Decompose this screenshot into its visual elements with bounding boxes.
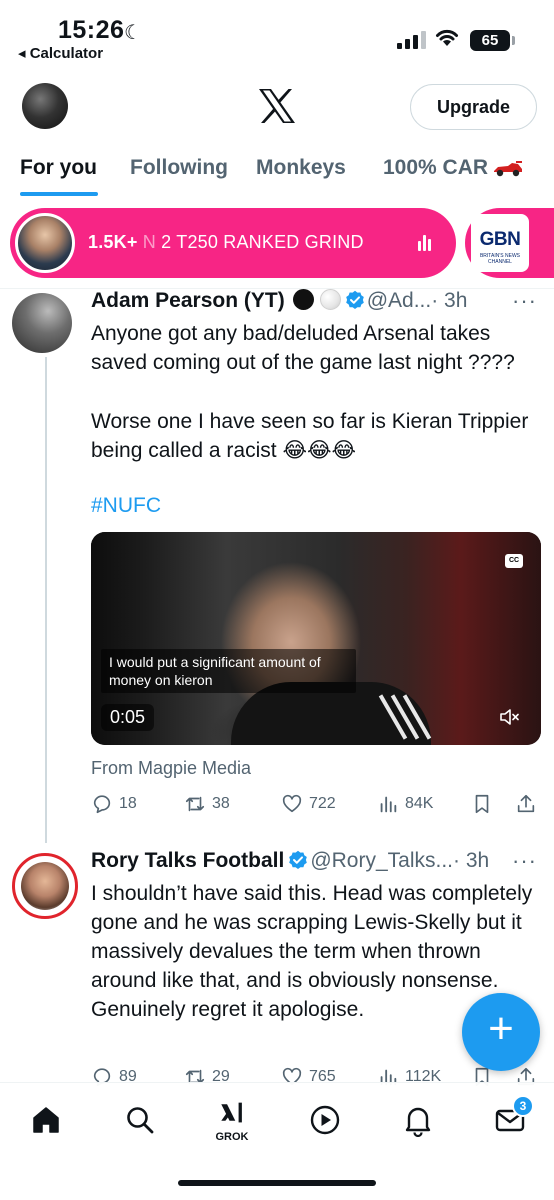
verified-badge-icon xyxy=(345,290,364,309)
tweet-video[interactable]: CC I would put a significant amount of m… xyxy=(91,532,541,745)
status-bar: 15:26 ☾ ◂ Calculator 65 xyxy=(0,0,554,70)
tweet-text: Anyone got any bad/deluded Arsenal takes… xyxy=(91,322,515,374)
repost-count: 38 xyxy=(212,795,230,812)
like-button[interactable]: 722 xyxy=(281,793,336,815)
black-circle-emoji xyxy=(292,289,314,310)
wifi-icon xyxy=(436,29,458,46)
share-icon xyxy=(517,794,535,813)
bell-icon xyxy=(405,1107,431,1137)
space-title: 1.5K+ N 2 T250 RANKED GRIND xyxy=(88,232,364,253)
repost-icon xyxy=(185,796,205,812)
home-indicator[interactable] xyxy=(178,1180,376,1186)
search-icon xyxy=(127,1107,154,1134)
tweet-actions: 18 38 722 84K xyxy=(91,793,541,819)
tweet-text-2: Worse one I have seen so far is Kieran T… xyxy=(91,410,529,462)
spaces-carousel: 1.5K+ N 2 T250 RANKED GRIND GBN BRITAIN'… xyxy=(0,208,554,280)
play-circle-icon xyxy=(310,1105,340,1135)
grok-icon xyxy=(221,1102,242,1123)
tab-for-you[interactable]: For you xyxy=(20,156,97,180)
space-listener-count: 1.5K+ xyxy=(88,232,138,252)
tab-monkeys[interactable]: Monkeys xyxy=(256,156,346,180)
video-source-attribution[interactable]: From Magpie Media xyxy=(91,758,251,779)
tweet-header: Rory Talks Football @Rory_Talks...· 3h xyxy=(91,849,489,873)
view-count: 84K xyxy=(405,795,434,812)
space-title-rest: 2 T250 RANKED GRIND xyxy=(161,232,364,252)
live-space-card-2[interactable]: GBN BRITAIN'S NEWS CHANNEL xyxy=(465,208,554,278)
tweet-timestamp[interactable]: · 3h xyxy=(453,849,489,872)
clock: 15:26 xyxy=(58,16,125,44)
thread-line xyxy=(45,357,47,843)
moon-icon: ☾ xyxy=(124,22,142,44)
compose-post-button[interactable]: + xyxy=(462,993,540,1071)
nav-video[interactable] xyxy=(305,1101,345,1141)
back-to-app-link[interactable]: ◂ Calculator xyxy=(18,44,103,62)
closed-captions-icon[interactable]: CC xyxy=(505,554,523,568)
tweet-text: I shouldn’t have said this. Head was com… xyxy=(91,882,533,1021)
reply-button[interactable]: 18 xyxy=(91,793,137,815)
gbn-logo-subtext: BRITAIN'S NEWS CHANNEL xyxy=(479,253,521,265)
nav-home[interactable] xyxy=(26,1101,66,1141)
hashtag-link[interactable]: #NUFC xyxy=(91,494,161,518)
tweet-author-name[interactable]: Rory Talks Football xyxy=(91,849,284,872)
gbn-logo-text: GBN xyxy=(479,229,521,250)
like-count: 722 xyxy=(309,795,336,812)
messages-badge: 3 xyxy=(512,1095,534,1117)
reply-count: 18 xyxy=(119,795,137,812)
battery-indicator: 65 xyxy=(470,30,510,51)
mute-icon[interactable] xyxy=(499,708,519,726)
gbn-logo: GBN BRITAIN'S NEWS CHANNEL xyxy=(471,214,529,272)
tweet-author-avatar[interactable] xyxy=(12,293,72,353)
tweet-author-avatar[interactable] xyxy=(12,853,78,919)
space-host-avatar xyxy=(15,213,75,273)
verified-badge-icon xyxy=(289,850,308,869)
space-title-faded: N xyxy=(142,232,156,252)
compose-plus-icon: + xyxy=(488,1004,514,1053)
more-options-icon[interactable]: ··· xyxy=(512,288,537,314)
more-options-icon[interactable]: ··· xyxy=(512,848,537,874)
tab-100-car[interactable]: 100% CAR xyxy=(383,156,524,180)
nav-grok[interactable]: GROK xyxy=(212,1101,252,1143)
white-circle-emoji xyxy=(319,289,341,310)
grok-label: GROK xyxy=(215,1131,249,1143)
bookmark-button[interactable] xyxy=(471,793,499,815)
views-button[interactable]: 84K xyxy=(377,793,433,815)
tab-following[interactable]: Following xyxy=(130,156,228,180)
home-icon xyxy=(33,1107,59,1133)
tweet-author-handle[interactable]: @Ad... xyxy=(367,289,432,312)
tweet-author-name[interactable]: Adam Pearson (YT) xyxy=(91,289,285,312)
live-space-card[interactable]: 1.5K+ N 2 T250 RANKED GRIND xyxy=(10,208,456,278)
tweet-timestamp[interactable]: · 3h xyxy=(431,289,467,312)
bookmark-icon xyxy=(475,794,489,814)
repost-button[interactable]: 38 xyxy=(184,793,230,815)
avatar-face xyxy=(21,862,69,910)
tweet-header: Adam Pearson (YT) @Ad...· 3h xyxy=(91,289,467,313)
video-subtitle: I would put a significant amount of mone… xyxy=(101,649,356,693)
profile-avatar-button[interactable] xyxy=(22,83,68,129)
reply-icon xyxy=(93,795,111,814)
nav-search[interactable] xyxy=(120,1101,160,1141)
timeline-tabs: For you Following Monkeys 100% CAR xyxy=(0,152,554,198)
active-tab-indicator xyxy=(20,192,98,196)
views-bar-chart-icon xyxy=(380,796,397,813)
heart-icon xyxy=(282,794,302,813)
race-car-icon xyxy=(494,161,523,177)
tweet-author-handle[interactable]: @Rory_Talks... xyxy=(310,849,453,872)
tab-100-car-label: 100% CAR xyxy=(383,156,489,179)
nav-messages[interactable]: 3 xyxy=(490,1095,534,1141)
share-button[interactable] xyxy=(515,793,543,815)
x-logo-icon[interactable] xyxy=(257,88,297,124)
upgrade-button[interactable]: Upgrade xyxy=(410,84,537,130)
audio-bars-icon xyxy=(418,235,434,251)
nav-notifications[interactable] xyxy=(398,1101,438,1141)
video-timestamp: 0:05 xyxy=(101,704,155,731)
battery-tip xyxy=(512,36,515,45)
cellular-signal-icon xyxy=(397,31,427,49)
